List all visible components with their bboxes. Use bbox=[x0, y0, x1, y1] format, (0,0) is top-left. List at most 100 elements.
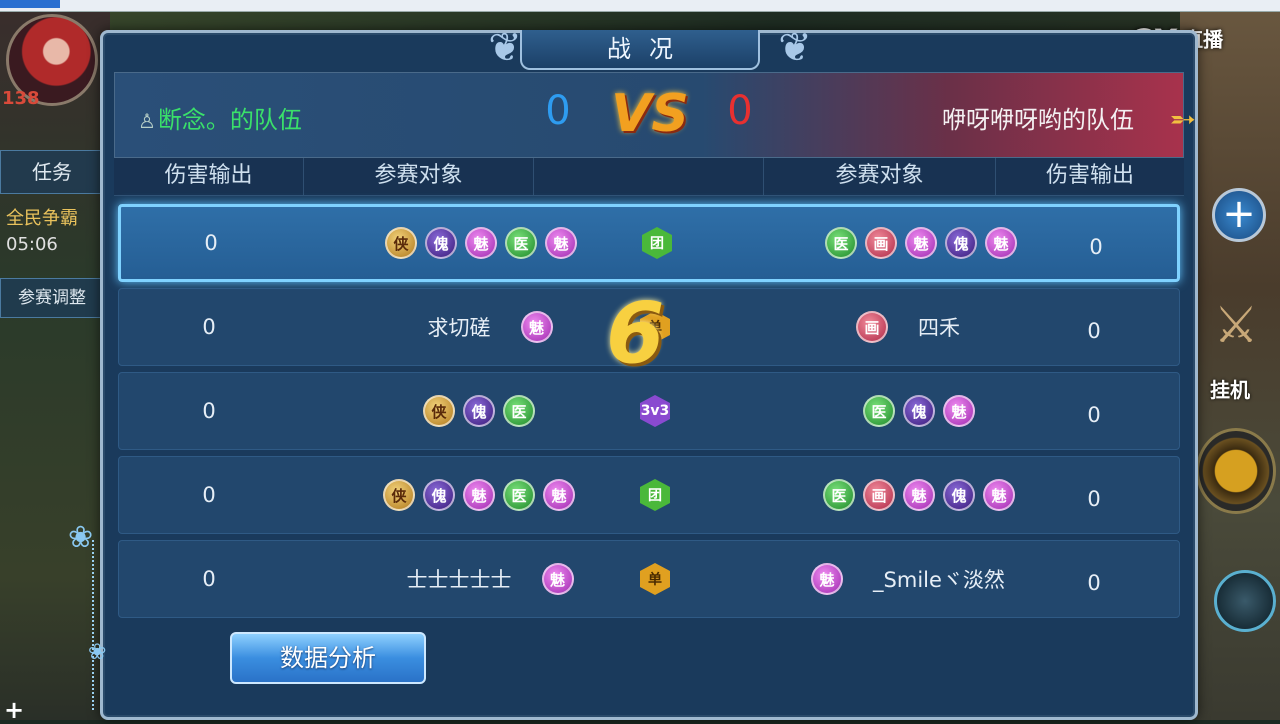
class-badge-icon: 傀 bbox=[943, 479, 975, 511]
class-badge-icon: 医 bbox=[863, 395, 895, 427]
class-badge-icon: 医 bbox=[503, 479, 535, 511]
class-badge-icon: 魅 bbox=[983, 479, 1015, 511]
score-right: 0 bbox=[722, 88, 758, 134]
participants-right: 医画魅傀魅 bbox=[741, 207, 1101, 279]
quest-name[interactable]: 全民争霸 bbox=[6, 204, 78, 230]
damage-right: 0 bbox=[1049, 541, 1139, 617]
match-mode-icon: 单 bbox=[640, 563, 670, 595]
player-name: _Smileヾ淡然 bbox=[873, 564, 1005, 594]
match-mode-icon: 3v3 bbox=[640, 395, 670, 427]
class-badge-icon: 侠 bbox=[423, 395, 455, 427]
damage-right: 0 bbox=[1051, 207, 1141, 279]
header-dmg-left: 伤害输出 bbox=[114, 158, 304, 196]
butterfly-icon: ❀ bbox=[68, 520, 93, 555]
match-row[interactable]: 0侠傀魅医魅团医画魅傀魅0 bbox=[118, 204, 1180, 282]
team-left-name: ♙断念。的队伍 bbox=[138, 100, 302, 135]
participants-left: 侠傀医 bbox=[299, 373, 659, 449]
damage-left: 0 bbox=[119, 289, 299, 365]
small-butterfly-icon: ❀ bbox=[88, 640, 106, 665]
participants-left: 求切磋魅 bbox=[299, 289, 659, 365]
match-row[interactable]: 0侠傀医3v3医傀魅0 bbox=[118, 372, 1180, 450]
class-badge-icon: 傀 bbox=[423, 479, 455, 511]
class-badge-icon: 魅 bbox=[811, 563, 843, 595]
class-badge-icon: 画 bbox=[863, 479, 895, 511]
class-badge-icon: 侠 bbox=[385, 227, 417, 259]
dialog-title: 战况 bbox=[520, 30, 760, 70]
class-badge-icon: 画 bbox=[865, 227, 897, 259]
class-badge-icon: 魅 bbox=[463, 479, 495, 511]
class-badge-icon: 医 bbox=[505, 227, 537, 259]
damage-right-value: 0 bbox=[1087, 487, 1100, 511]
class-badge-icon: 魅 bbox=[905, 227, 937, 259]
class-badge-icon: 傀 bbox=[463, 395, 495, 427]
class-badge-icon: 傀 bbox=[425, 227, 457, 259]
player-name: 士士士士士 bbox=[407, 564, 512, 594]
auto-battle-label[interactable]: 挂机 bbox=[1210, 374, 1250, 403]
class-badge-icon: 傀 bbox=[903, 395, 935, 427]
class-badge-icon: 魅 bbox=[903, 479, 935, 511]
vs-emblem: VS bbox=[610, 84, 690, 144]
data-analysis-button[interactable]: 数据分析 bbox=[230, 632, 426, 684]
secondary-skill-button[interactable] bbox=[1214, 570, 1276, 632]
class-badge-icon: 魅 bbox=[985, 227, 1017, 259]
damage-left: 0 bbox=[121, 207, 301, 279]
window-top-accent bbox=[0, 0, 60, 8]
class-badge-icon: 医 bbox=[823, 479, 855, 511]
damage-right-value: 0 bbox=[1087, 571, 1100, 595]
class-badge-icon: 画 bbox=[856, 311, 888, 343]
damage-left-value: 0 bbox=[202, 399, 215, 423]
match-mode: 团 bbox=[609, 457, 701, 533]
crossed-swords-icon[interactable]: ⚔ bbox=[1200, 290, 1272, 360]
damage-left-value: 0 bbox=[204, 231, 217, 255]
match-mode-icon: 团 bbox=[642, 227, 672, 259]
class-badge-icon: 魅 bbox=[943, 395, 975, 427]
class-badge-icon: 魅 bbox=[543, 479, 575, 511]
header-target-left: 参赛对象 bbox=[304, 158, 534, 196]
team-right-name: 咿呀咿呀哟的队伍 bbox=[942, 100, 1134, 135]
team-leader-icon: ♙ bbox=[138, 109, 156, 133]
title-ornament-right-icon: ❦ bbox=[760, 24, 830, 72]
participants-right: 魅 _Smileヾ淡然 bbox=[739, 541, 1099, 617]
damage-right-value: 0 bbox=[1089, 235, 1102, 259]
participants-right: 医傀魅 bbox=[739, 373, 1099, 449]
participants-left: 侠傀魅医魅 bbox=[301, 207, 661, 279]
participants-left: 侠傀魅医魅 bbox=[299, 457, 659, 533]
damage-left: 0 bbox=[119, 373, 299, 449]
match-mode-icon: 团 bbox=[640, 479, 670, 511]
score-left: 0 bbox=[540, 88, 576, 134]
class-badge-icon: 傀 bbox=[945, 227, 977, 259]
participants-right: 画四禾 bbox=[739, 289, 1099, 365]
header-target-right: 参赛对象 bbox=[764, 158, 996, 196]
quest-timer: 05:06 bbox=[6, 234, 58, 255]
class-badge-icon: 魅 bbox=[465, 227, 497, 259]
task-button[interactable]: 任务 bbox=[0, 150, 104, 194]
adjust-entry-button[interactable]: 参赛调整 bbox=[0, 278, 104, 318]
damage-left: 0 bbox=[119, 541, 299, 617]
damage-right-value: 0 bbox=[1087, 319, 1100, 343]
match-mode: 团 bbox=[611, 207, 703, 279]
class-badge-icon: 魅 bbox=[521, 311, 553, 343]
match-mode: 3v3 bbox=[609, 373, 701, 449]
class-badge-icon: 魅 bbox=[545, 227, 577, 259]
header-dmg-right: 伤害输出 bbox=[996, 158, 1184, 196]
vine-decoration bbox=[92, 540, 98, 710]
match-row[interactable]: 0侠傀魅医魅团医画魅傀魅0 bbox=[118, 456, 1180, 534]
skill-ring-button[interactable] bbox=[1196, 428, 1276, 514]
damage-right: 0 bbox=[1049, 373, 1139, 449]
damage-right: 0 bbox=[1049, 457, 1139, 533]
damage-right-value: 0 bbox=[1087, 403, 1100, 427]
team-left-label: 断念。的队伍 bbox=[158, 106, 302, 134]
player-level: 138 bbox=[2, 88, 40, 109]
table-header: 伤害输出 参赛对象 参赛对象 伤害输出 bbox=[114, 158, 1184, 196]
class-badge-icon: 侠 bbox=[383, 479, 415, 511]
round-number-six: 6 bbox=[606, 284, 664, 382]
damage-left: 0 bbox=[119, 457, 299, 533]
damage-right: 0 bbox=[1049, 289, 1139, 365]
class-badge-icon: 魅 bbox=[542, 563, 574, 595]
class-badge-icon: 医 bbox=[825, 227, 857, 259]
match-row[interactable]: 0士士士士士魅单魅_Smileヾ淡然0 bbox=[118, 540, 1180, 618]
player-name: 四禾 bbox=[918, 312, 960, 342]
add-plus-button[interactable]: + bbox=[1212, 188, 1266, 242]
participants-left: 士士士士士魅 bbox=[299, 541, 659, 617]
damage-left-value: 0 bbox=[202, 315, 215, 339]
